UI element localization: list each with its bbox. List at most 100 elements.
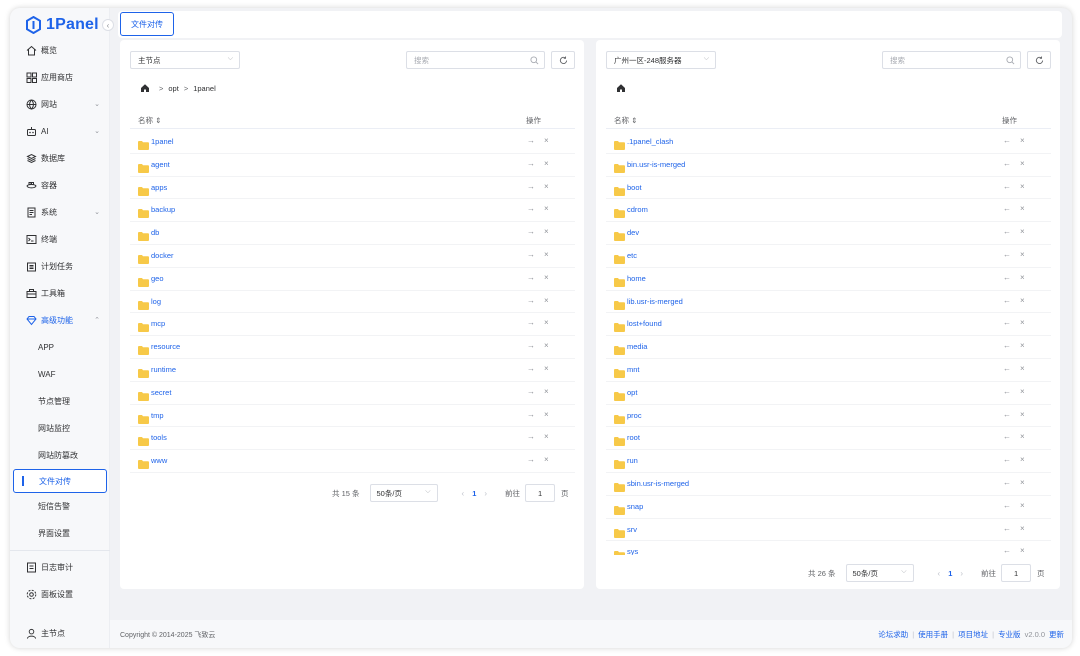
- forum-link[interactable]: 论坛求助: [878, 629, 908, 640]
- manual-link[interactable]: 使用手册: [918, 629, 948, 640]
- delete-button[interactable]: ×: [544, 296, 549, 305]
- breadcrumb-item[interactable]: 1panel: [193, 84, 216, 93]
- file-name-link[interactable]: snap: [627, 502, 643, 511]
- sidebar-subitem-0[interactable]: APP: [10, 334, 110, 361]
- sidebar-item-bottom-0[interactable]: 日志审计: [10, 554, 110, 581]
- transfer-right-button[interactable]: →: [527, 341, 535, 350]
- prev-page-button[interactable]: ‹: [938, 569, 941, 578]
- collapse-sidebar-button[interactable]: ‹: [102, 19, 114, 31]
- breadcrumb-item[interactable]: opt: [168, 84, 178, 93]
- sidebar-item-5[interactable]: 容器: [10, 172, 110, 199]
- table-row[interactable]: proc ← ×: [606, 405, 1051, 428]
- sidebar-item-1[interactable]: 应用商店: [10, 64, 110, 91]
- table-row[interactable]: geo → ×: [130, 268, 575, 291]
- file-name-link[interactable]: mnt: [627, 365, 640, 374]
- file-name-link[interactable]: sys: [627, 547, 638, 555]
- delete-button[interactable]: ×: [1020, 182, 1025, 191]
- table-row[interactable]: run ← ×: [606, 450, 1051, 473]
- table-row[interactable]: db → ×: [130, 222, 575, 245]
- transfer-left-button[interactable]: ←: [1003, 227, 1011, 236]
- delete-button[interactable]: ×: [1020, 318, 1025, 327]
- sidebar-subitem-4[interactable]: 网站防篡改: [10, 442, 110, 469]
- delete-button[interactable]: ×: [1020, 387, 1025, 396]
- file-name-link[interactable]: srv: [627, 525, 637, 534]
- sidebar-item-4[interactable]: 数据库: [10, 145, 110, 172]
- delete-button[interactable]: ×: [1020, 455, 1025, 464]
- file-name-link[interactable]: lost+found: [627, 319, 662, 328]
- file-name-link[interactable]: lib.usr-is-merged: [627, 297, 683, 306]
- sidebar-item-3[interactable]: AI ⌄: [10, 118, 110, 145]
- table-row[interactable]: agent → ×: [130, 154, 575, 177]
- transfer-right-button[interactable]: →: [527, 296, 535, 305]
- transfer-left-button[interactable]: ←: [1003, 296, 1011, 305]
- table-row[interactable]: .1panel_clash ← ×: [606, 131, 1051, 154]
- file-name-link[interactable]: db: [151, 228, 159, 237]
- table-row[interactable]: media ← ×: [606, 336, 1051, 359]
- transfer-left-button[interactable]: ←: [1003, 273, 1011, 282]
- next-page-button[interactable]: ›: [960, 569, 963, 578]
- delete-button[interactable]: ×: [1020, 546, 1025, 555]
- sidebar-subitem-2[interactable]: 节点管理: [10, 388, 110, 415]
- home-icon[interactable]: [616, 83, 626, 93]
- file-name-link[interactable]: run: [627, 456, 638, 465]
- delete-button[interactable]: ×: [544, 204, 549, 213]
- transfer-right-button[interactable]: →: [527, 410, 535, 419]
- file-name-link[interactable]: proc: [627, 411, 642, 420]
- sidebar-item-10[interactable]: 高级功能 ⌃: [10, 307, 110, 334]
- delete-button[interactable]: ×: [544, 273, 549, 282]
- table-row[interactable]: resource → ×: [130, 336, 575, 359]
- current-page[interactable]: 1: [472, 489, 476, 498]
- transfer-left-button[interactable]: ←: [1003, 364, 1011, 373]
- transfer-left-button[interactable]: ←: [1003, 318, 1011, 327]
- sidebar-subitem-3[interactable]: 网站监控: [10, 415, 110, 442]
- table-row[interactable]: mnt ← ×: [606, 359, 1051, 382]
- node-select[interactable]: 主节点 ⌵: [130, 51, 240, 69]
- table-row[interactable]: backup → ×: [130, 199, 575, 223]
- table-row[interactable]: log → ×: [130, 291, 575, 314]
- table-row[interactable]: boot ← ×: [606, 177, 1051, 200]
- transfer-left-button[interactable]: ←: [1003, 478, 1011, 487]
- delete-button[interactable]: ×: [1020, 250, 1025, 259]
- home-icon[interactable]: [140, 83, 150, 93]
- transfer-left-button[interactable]: ←: [1003, 387, 1011, 396]
- table-row[interactable]: sys ← ×: [606, 541, 1051, 555]
- sidebar-item-0[interactable]: 概览: [10, 37, 110, 64]
- file-name-link[interactable]: home: [627, 274, 646, 283]
- table-row[interactable]: sbin.usr-is-merged ← ×: [606, 473, 1051, 496]
- page-size-select[interactable]: 50条/页 ⌵: [845, 564, 914, 582]
- delete-button[interactable]: ×: [1020, 136, 1025, 145]
- sidebar-subitem-1[interactable]: WAF: [10, 361, 110, 388]
- table-row[interactable]: home ← ×: [606, 268, 1051, 291]
- delete-button[interactable]: ×: [544, 341, 549, 350]
- file-name-link[interactable]: log: [151, 297, 161, 306]
- delete-button[interactable]: ×: [1020, 364, 1025, 373]
- goto-page-input[interactable]: 1: [525, 484, 556, 502]
- table-row[interactable]: apps → ×: [130, 177, 575, 200]
- sidebar-subitem-5[interactable]: 文件对传: [13, 469, 107, 493]
- file-name-link[interactable]: opt: [627, 388, 637, 397]
- delete-button[interactable]: ×: [544, 227, 549, 236]
- delete-button[interactable]: ×: [1020, 432, 1025, 441]
- file-name-link[interactable]: bin.usr-is-merged: [627, 160, 685, 169]
- file-name-link[interactable]: tools: [151, 433, 167, 442]
- file-name-link[interactable]: geo: [151, 274, 164, 283]
- transfer-left-button[interactable]: ←: [1003, 250, 1011, 259]
- transfer-left-button[interactable]: ←: [1003, 410, 1011, 419]
- transfer-right-button[interactable]: →: [527, 318, 535, 327]
- transfer-left-button[interactable]: ←: [1003, 455, 1011, 464]
- file-name-link[interactable]: secret: [151, 388, 171, 397]
- delete-button[interactable]: ×: [544, 182, 549, 191]
- delete-button[interactable]: ×: [1020, 204, 1025, 213]
- file-name-link[interactable]: dev: [627, 228, 639, 237]
- delete-button[interactable]: ×: [544, 159, 549, 168]
- delete-button[interactable]: ×: [1020, 273, 1025, 282]
- pro-edition-link[interactable]: 专业版: [998, 629, 1021, 640]
- table-row[interactable]: lib.usr-is-merged ← ×: [606, 291, 1051, 314]
- sidebar-item-9[interactable]: 工具箱: [10, 280, 110, 307]
- transfer-right-button[interactable]: →: [527, 204, 535, 213]
- file-name-link[interactable]: cdrom: [627, 205, 648, 214]
- transfer-right-button[interactable]: →: [527, 432, 535, 441]
- prev-page-button[interactable]: ‹: [462, 489, 465, 498]
- table-row[interactable]: srv ← ×: [606, 519, 1051, 542]
- transfer-right-button[interactable]: →: [527, 364, 535, 373]
